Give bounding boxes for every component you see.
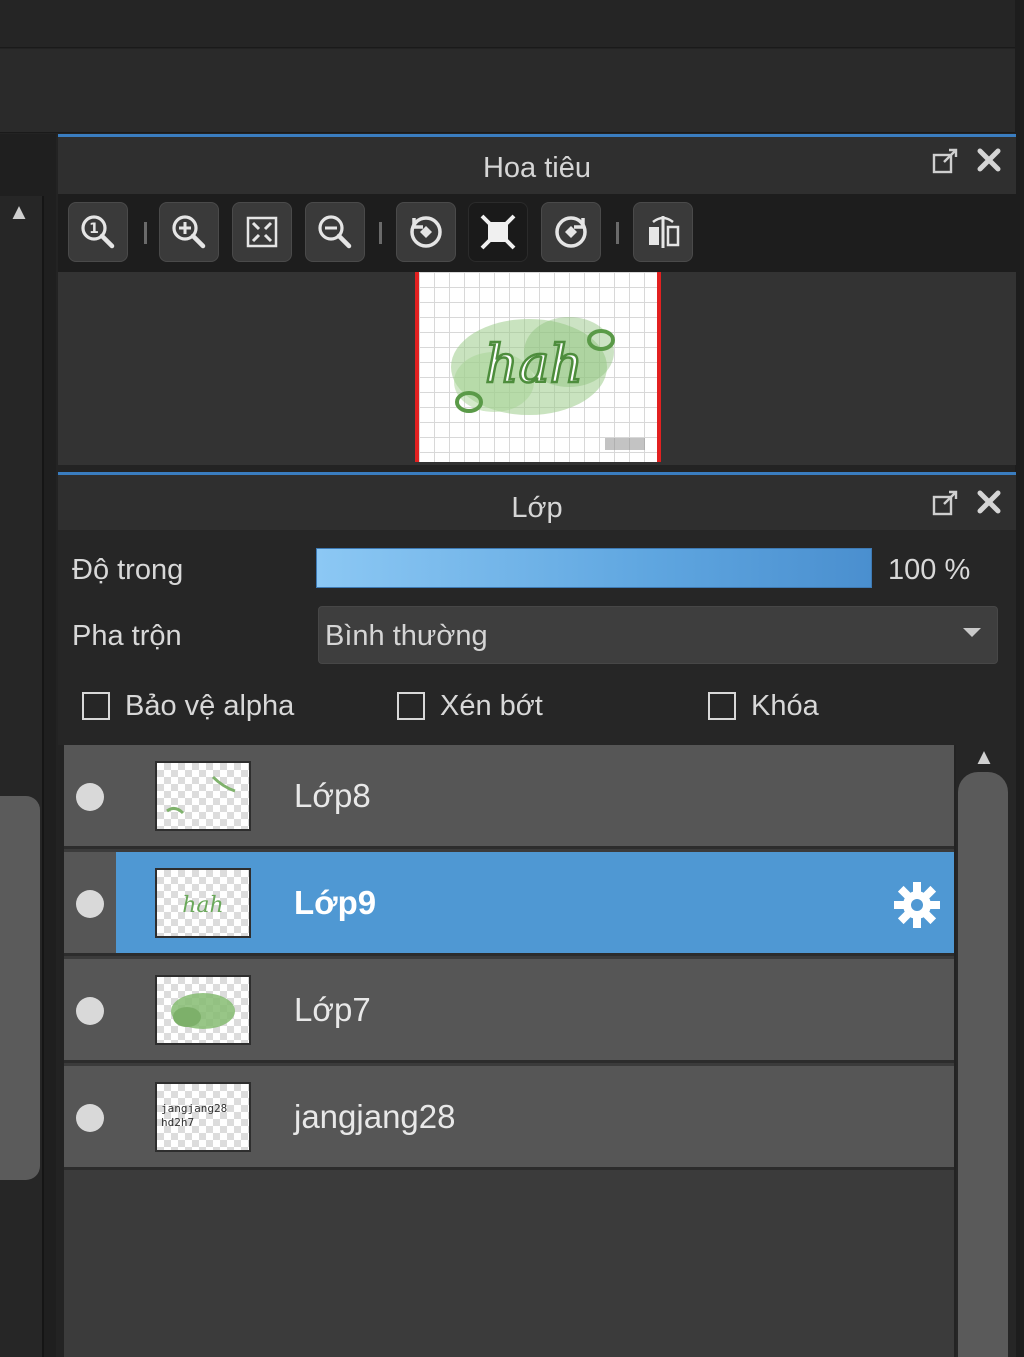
layer-thumbnail (155, 975, 251, 1045)
flip-horizontal-icon[interactable] (633, 202, 693, 262)
layer-scroll-thumb[interactable] (958, 772, 1008, 1357)
protect-alpha-label: Bảo vệ alpha (125, 690, 295, 722)
toolbar-separator (144, 222, 147, 244)
protect-alpha-checkbox[interactable] (82, 692, 110, 720)
left-scrollbar[interactable] (0, 196, 44, 1357)
gear-icon[interactable] (892, 880, 942, 935)
app-top-strip (0, 0, 1024, 48)
svg-text:hd2h7: hd2h7 (161, 1116, 194, 1129)
visibility-toggle-icon[interactable] (76, 1104, 104, 1132)
chevron-down-icon (963, 628, 981, 637)
layer-name: Lớp9 (294, 884, 377, 921)
left-scroll-up-icon[interactable]: ▲ (4, 200, 34, 224)
layer-row[interactable]: jangjang28 hd2h7 jangjang28 (64, 1066, 954, 1170)
popout-icon[interactable] (932, 489, 960, 523)
visibility-toggle-icon[interactable] (76, 783, 104, 811)
fit-screen-icon[interactable] (232, 202, 292, 262)
scroll-up-icon[interactable]: ▲ (972, 744, 996, 769)
clipping-checkbox[interactable] (397, 692, 425, 720)
rotate-left-icon[interactable] (396, 202, 456, 262)
clipping-label: Xén bớt (440, 690, 543, 722)
navigator-toolbar: 1 (58, 194, 1016, 272)
left-scroll-thumb[interactable] (0, 796, 40, 1180)
window-edge (1015, 0, 1024, 1357)
layer-row-selected[interactable]: hah Lớp9 (64, 852, 954, 956)
layer-name: Lớp7 (294, 991, 371, 1028)
toolbar-separator (616, 222, 619, 244)
layer-row[interactable]: Lớp8 (64, 745, 954, 849)
visibility-toggle-icon[interactable] (76, 890, 104, 918)
blend-mode-value: Bình thường (325, 620, 488, 652)
zoom-in-icon[interactable] (159, 202, 219, 262)
visibility-toggle-icon[interactable] (76, 997, 104, 1025)
opacity-slider[interactable] (316, 548, 872, 588)
toolbar-separator (379, 222, 382, 244)
app-toolbar-area (0, 49, 1024, 133)
rotate-right-icon[interactable] (541, 202, 601, 262)
svg-text:hah: hah (182, 893, 223, 918)
navigator-canvas-preview[interactable]: hah (415, 272, 661, 462)
zoom-actual-icon[interactable]: 1 (68, 202, 128, 262)
lock-label: Khóa (751, 690, 819, 722)
layer-thumbnail: hah (155, 868, 251, 938)
close-icon[interactable] (976, 147, 1002, 179)
close-icon[interactable] (976, 489, 1002, 521)
popout-icon[interactable] (932, 147, 960, 181)
zoom-out-icon[interactable] (305, 202, 365, 262)
svg-text:hah: hah (485, 335, 583, 395)
blend-mode-select[interactable]: Bình thường (318, 606, 998, 664)
reset-view-icon[interactable] (468, 202, 528, 262)
layer-thumbnail: jangjang28 hd2h7 (155, 1082, 251, 1152)
navigator-header: Hoa tiêu (58, 134, 1016, 194)
layer-name: Lớp8 (294, 777, 371, 814)
layer-row[interactable]: Lớp7 (64, 959, 954, 1063)
artwork-preview: hah (451, 317, 645, 450)
navigator-title: Hoa tiêu (482, 152, 591, 184)
layer-name: jangjang28 (294, 1098, 456, 1135)
blend-label: Pha trộn (72, 620, 182, 652)
layer-thumbnail (155, 761, 251, 831)
opacity-value: 100 % (888, 554, 971, 586)
layer-panel-header: Lớp (58, 472, 1016, 530)
svg-text:1: 1 (89, 221, 99, 237)
svg-text:jangjang28: jangjang28 (161, 1102, 227, 1115)
opacity-label: Độ trong (72, 554, 184, 586)
lock-checkbox[interactable] (708, 692, 736, 720)
